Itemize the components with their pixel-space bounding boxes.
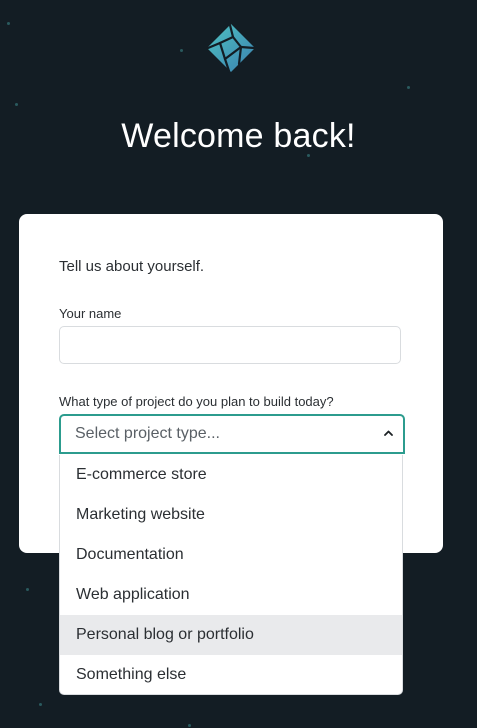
option-marketing-website[interactable]: Marketing website xyxy=(60,495,402,535)
background-star xyxy=(15,103,18,106)
page: Welcome back! Tell us about yourself. Yo… xyxy=(0,0,477,728)
option-documentation[interactable]: Documentation xyxy=(60,535,402,575)
name-label: Your name xyxy=(59,306,122,321)
option-web-application[interactable]: Web application xyxy=(60,575,402,615)
option-ecommerce-store[interactable]: E-commerce store xyxy=(60,455,402,495)
option-something-else[interactable]: Something else xyxy=(60,655,402,694)
name-input[interactable] xyxy=(59,326,401,364)
project-type-label: What type of project do you plan to buil… xyxy=(59,394,334,409)
netlify-logo-icon xyxy=(206,23,256,73)
background-star xyxy=(39,703,42,706)
option-personal-blog[interactable]: Personal blog or portfolio xyxy=(60,615,402,655)
background-star xyxy=(188,724,191,727)
background-star xyxy=(7,22,10,25)
page-title: Welcome back! xyxy=(121,117,356,155)
chevron-up-icon xyxy=(384,430,393,436)
background-star xyxy=(407,86,410,89)
project-type-dropdown: E-commerce store Marketing website Docum… xyxy=(59,455,403,695)
select-placeholder: Select project type... xyxy=(75,425,220,442)
background-star xyxy=(26,588,29,591)
background-star xyxy=(180,49,183,52)
project-type-select[interactable]: Select project type... xyxy=(59,414,405,454)
intro-text: Tell us about yourself. xyxy=(59,258,205,275)
